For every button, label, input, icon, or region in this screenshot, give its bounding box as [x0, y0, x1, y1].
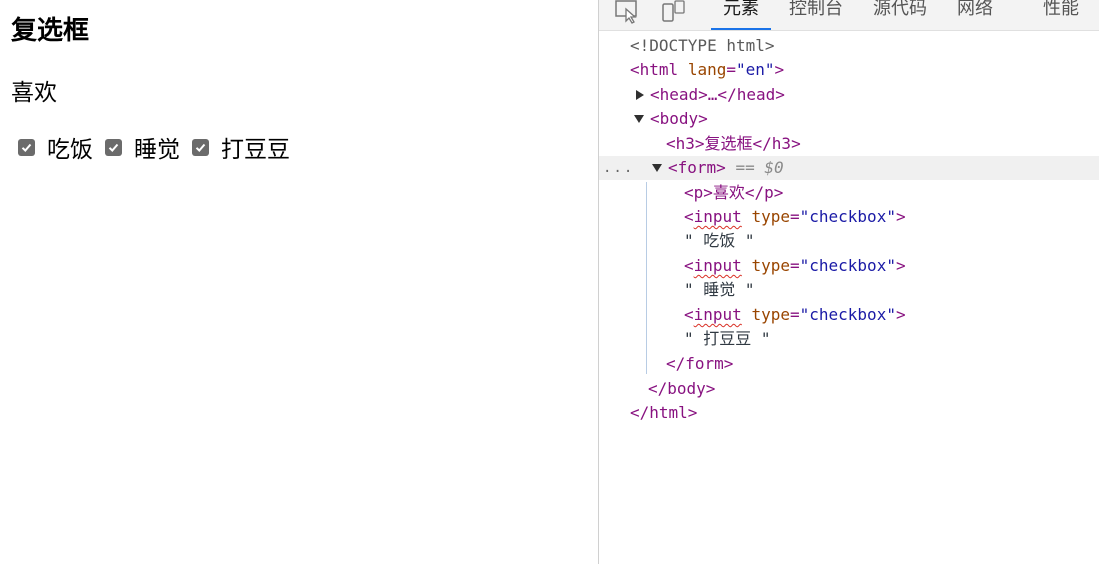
inspect-element-icon[interactable]: [613, 0, 641, 24]
check-icon: [108, 143, 119, 152]
input-attr-value: "checkbox": [799, 256, 896, 275]
dom-line-html-close[interactable]: </html>: [599, 401, 1099, 425]
dom-line-text-3[interactable]: " 打豆豆 ": [599, 327, 1099, 351]
page-heading: 复选框: [11, 16, 90, 46]
expand-triangle-icon[interactable]: [636, 90, 644, 100]
html-attr-value: "en": [735, 60, 775, 79]
html-attr-name: lang: [687, 60, 727, 79]
dom-line-input-3[interactable]: <input type="checkbox">: [599, 303, 1099, 327]
text-node-eat: " 吃饭 ": [684, 231, 755, 250]
tab-sources[interactable]: 源代码: [873, 0, 927, 28]
checkbox-label-eat: 吃饭: [47, 137, 93, 163]
likes-paragraph: 喜欢: [11, 80, 57, 106]
tab-elements[interactable]: 元素: [711, 0, 771, 30]
p-element: <p>喜欢</p>: [684, 183, 784, 202]
page-preview: 复选框 喜欢 吃饭 睡觉 打豆豆: [0, 0, 598, 564]
head-collapsed-tag: <head>…</head>: [650, 85, 785, 104]
body-close-tag: </body>: [648, 379, 716, 398]
input-attr-name: type: [751, 305, 790, 324]
checkbox-eat[interactable]: [18, 138, 35, 156]
tab-performance[interactable]: 性能: [1043, 0, 1079, 28]
input-attr-name: type: [751, 207, 790, 226]
dom-line-form[interactable]: ... <form> == $0: [599, 156, 1099, 180]
devtools-tabbar: 元素 控制台 源代码 网络 性能: [599, 0, 1099, 31]
dom-line-html[interactable]: <html lang="en">: [599, 58, 1099, 82]
html-close-tag: </html>: [630, 403, 698, 422]
checkbox-sleep[interactable]: [105, 138, 122, 156]
body-open-tag: <body>: [650, 109, 708, 128]
dom-line-input-2[interactable]: <input type="checkbox">: [599, 254, 1099, 278]
collapse-triangle-icon[interactable]: [652, 164, 662, 172]
devtools-panel: 元素 控制台 源代码 网络 性能 <!DOCTYPE html> <html l…: [599, 0, 1099, 564]
checkbox-group: 吃饭 睡觉 打豆豆: [18, 130, 302, 164]
input-attr-name: type: [751, 256, 790, 275]
tab-network[interactable]: 网络: [957, 0, 993, 28]
input-tag: input: [693, 305, 742, 324]
collapse-triangle-icon[interactable]: [634, 115, 644, 123]
check-icon: [21, 143, 32, 152]
dom-line-input-1[interactable]: <input type="checkbox">: [599, 205, 1099, 229]
checkbox-beat-beans[interactable]: [192, 138, 209, 156]
checkbox-label-sleep: 睡觉: [134, 137, 180, 163]
dom-line-doctype[interactable]: <!DOCTYPE html>: [599, 34, 1099, 58]
more-actions-icon[interactable]: ...: [603, 156, 634, 180]
check-icon: [195, 143, 206, 152]
input-attr-value: "checkbox": [799, 207, 896, 226]
text-node-sleep: " 睡觉 ": [684, 280, 755, 299]
text-node-beat-beans: " 打豆豆 ": [684, 329, 771, 348]
checkbox-label-beat-beans: 打豆豆: [221, 137, 290, 163]
dom-line-p[interactable]: <p>喜欢</p>: [599, 181, 1099, 205]
input-attr-value: "checkbox": [799, 305, 896, 324]
input-tag: input: [693, 207, 742, 226]
device-toolbar-icon[interactable]: [659, 0, 687, 24]
html-tag: <html: [630, 60, 679, 79]
form-close-tag: </form>: [666, 354, 734, 373]
selected-node-marker: == $0: [735, 158, 784, 177]
dom-line-form-close[interactable]: </form>: [599, 352, 1099, 376]
dom-line-body[interactable]: <body>: [599, 107, 1099, 131]
doctype-text: <!DOCTYPE html>: [630, 36, 775, 55]
dom-line-h3[interactable]: <h3>复选框</h3>: [599, 132, 1099, 156]
dom-line-head[interactable]: <head>…</head>: [599, 83, 1099, 107]
dom-line-text-1[interactable]: " 吃饭 ": [599, 229, 1099, 253]
tab-console[interactable]: 控制台: [789, 0, 843, 28]
form-open-tag: <form>: [668, 158, 726, 177]
input-tag: input: [693, 256, 742, 275]
h3-element: <h3>复选框</h3>: [666, 134, 801, 153]
dom-line-text-2[interactable]: " 睡觉 ": [599, 278, 1099, 302]
dom-line-body-close[interactable]: </body>: [599, 377, 1099, 401]
